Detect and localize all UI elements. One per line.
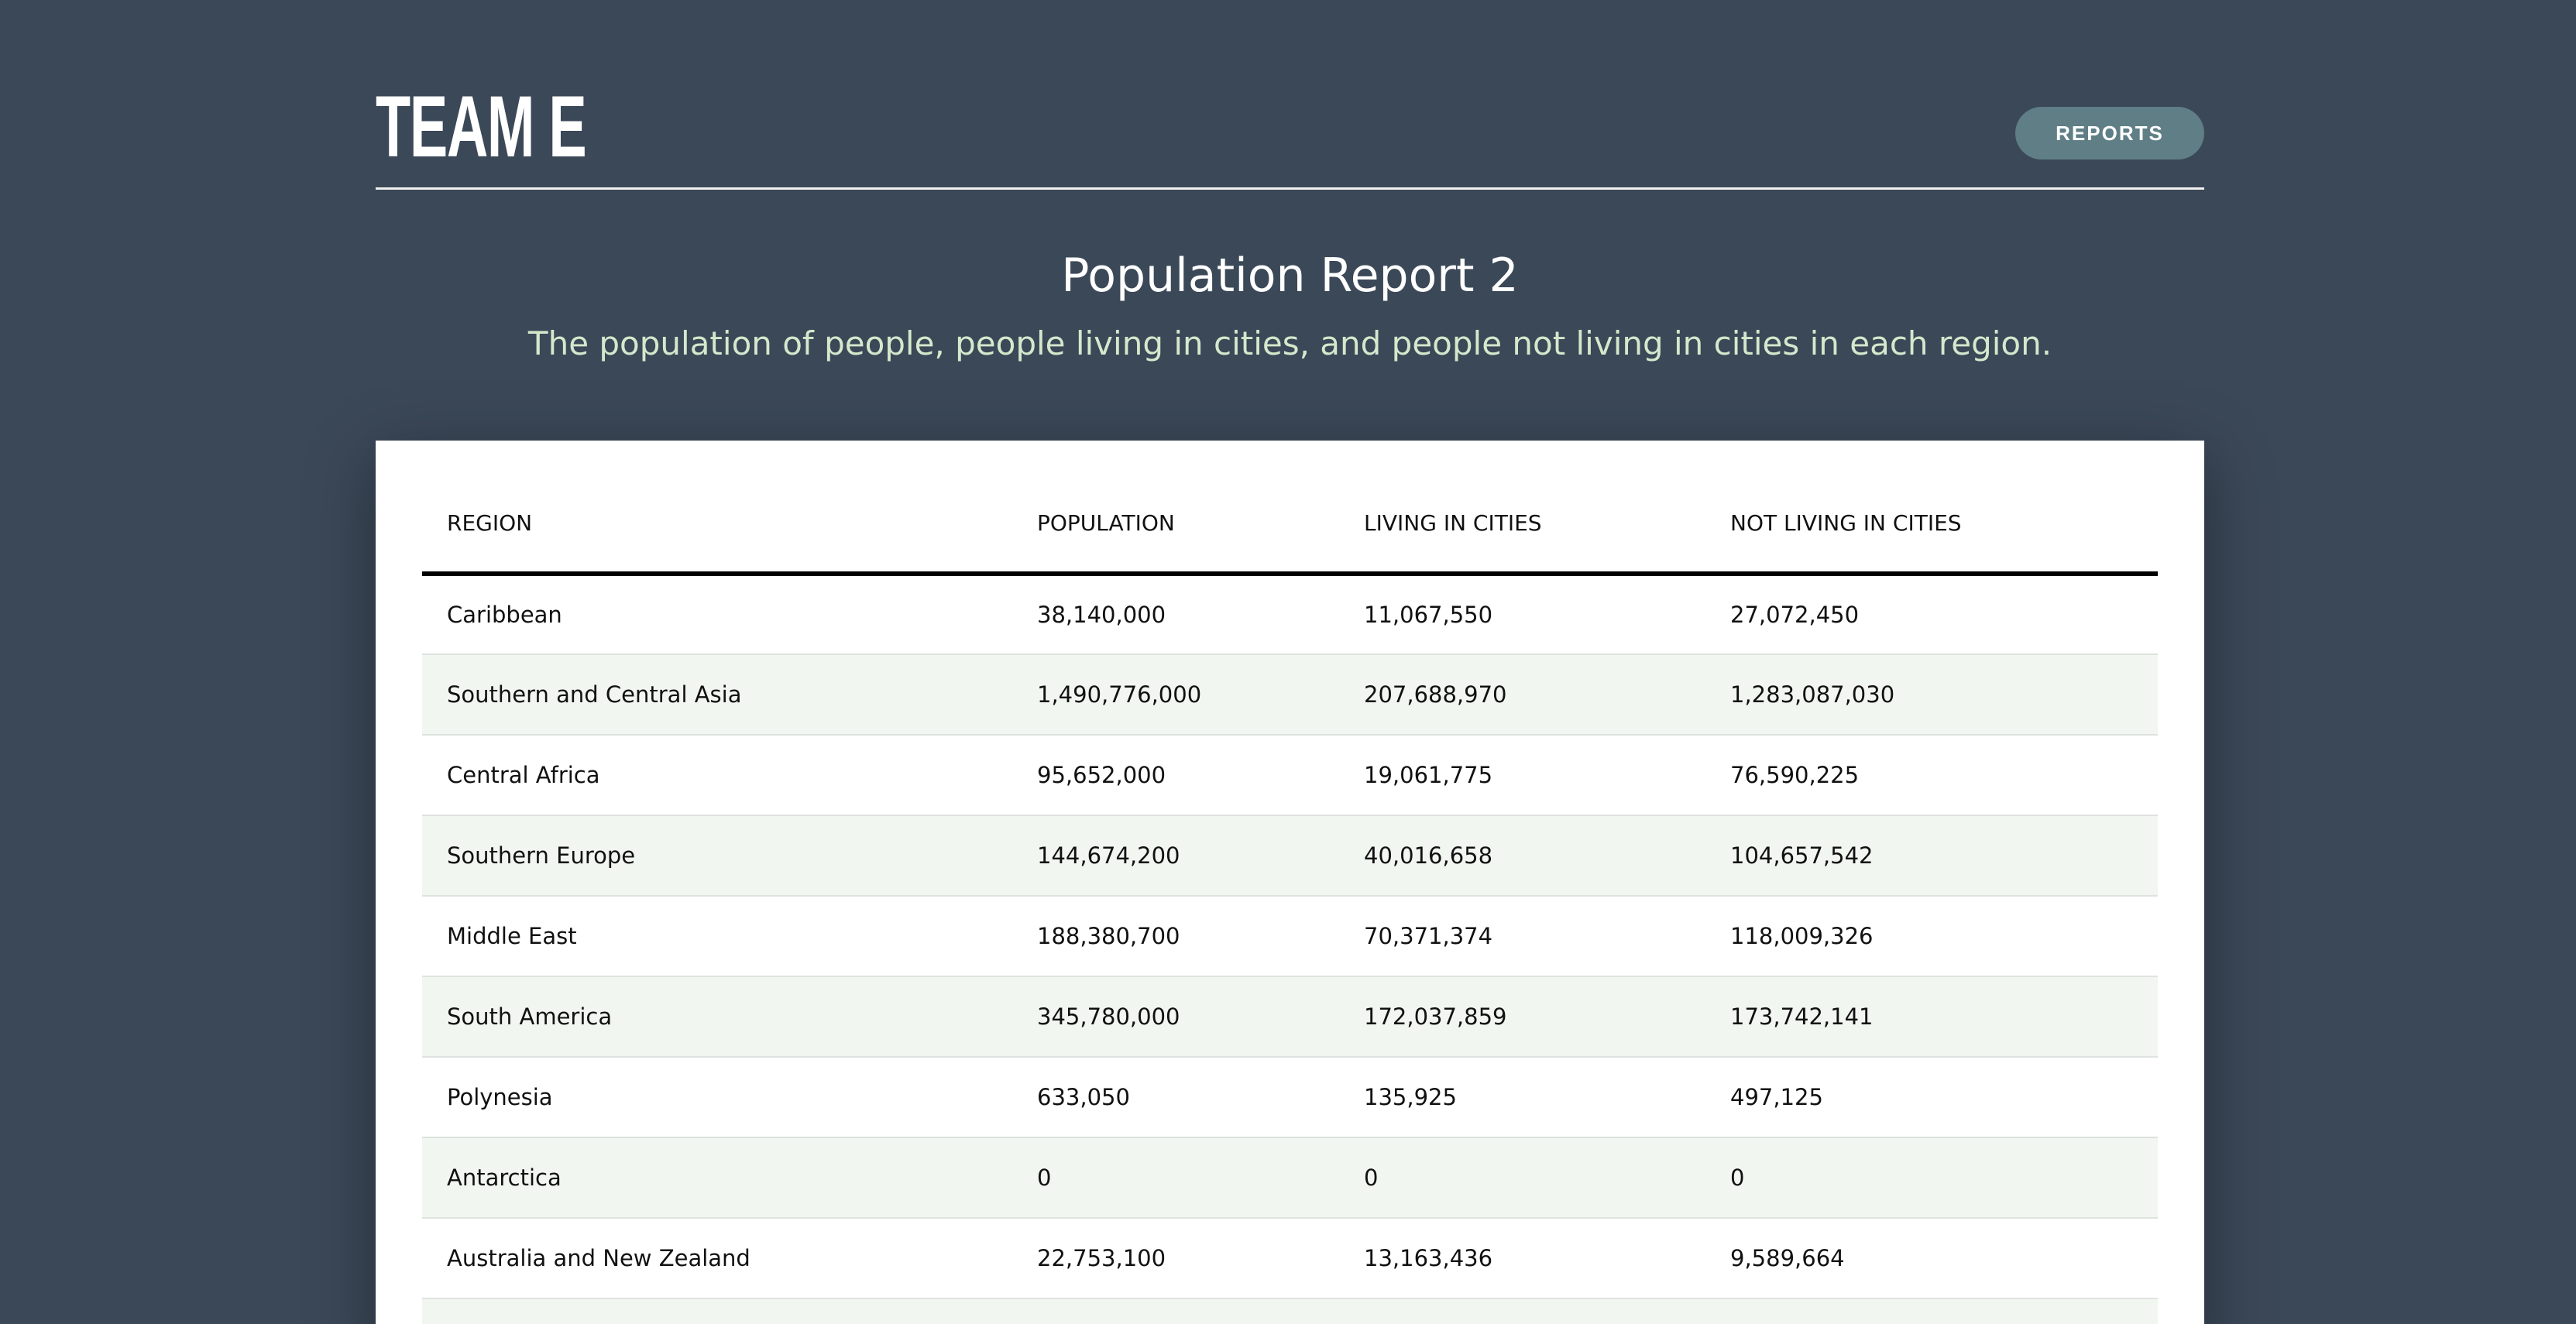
cell-living-in-cities: 135,925 [1339,1057,1705,1138]
column-header-population: POPULATION [1012,441,1339,576]
report-heading: Population Report 2 The population of pe… [376,245,2204,367]
table-row: Southern and Central Asia 1,490,776,000 … [422,654,2158,736]
table-row: South America 345,780,000 172,037,859 17… [422,976,2158,1058]
page-title: Population Report 2 [1061,249,1519,303]
cell-region: Southern Europe [422,815,1012,897]
population-table: REGION POPULATION LIVING IN CITIES NOT L… [422,441,2158,1324]
cell-not-living-in-cities: 1,283,087,030 [1705,654,2158,736]
table-wrapper: REGION POPULATION LIVING IN CITIES NOT L… [422,441,2158,1324]
cell-living-in-cities: 172,037,859 [1339,976,1705,1058]
page-subtitle: The population of people, people living … [527,324,2052,362]
table-row: Caribbean 38,140,000 11,067,550 27,072,4… [422,574,2158,655]
cell-not-living-in-cities: 27,072,450 [1705,574,2158,655]
cell-population: 22,753,100 [1012,1218,1339,1299]
brand-logo-text[interactable]: TEAM E [376,84,587,170]
cell-population: 38,140,000 [1012,574,1339,655]
cell-not-living-in-cities: 118,009,326 [1705,896,2158,977]
report-card: REGION POPULATION LIVING IN CITIES NOT L… [376,441,2204,1324]
cell-population: 144,674,200 [1012,815,1339,897]
cell-population: 633,050 [1012,1057,1339,1138]
cell-region: Polynesia [422,1057,1012,1138]
cell-region: Central Africa [422,735,1012,816]
cell-living-in-cities: 19,061,775 [1339,735,1705,816]
cell-region: Antarctica [422,1137,1012,1219]
column-header-region: REGION [422,441,1012,576]
page: TEAM E REPORTS Population Report 2 The p… [0,0,2576,1324]
cell-not-living-in-cities [1705,1298,2158,1324]
cell-region: Australia and New Zealand [422,1218,1012,1299]
cell-region: Caribbean [422,574,1012,655]
column-header-living-in-cities: LIVING IN CITIES [1339,441,1705,576]
cell-population: 95,652,000 [1012,735,1339,816]
table-row: Central Africa 95,652,000 19,061,775 76,… [422,735,2158,816]
table-header-row: REGION POPULATION LIVING IN CITIES NOT L… [422,441,2158,576]
cell-living-in-cities: 207,688,970 [1339,654,1705,736]
table-row: Antarctica 0 0 0 [422,1137,2158,1219]
cell-living-in-cities: 40,016,658 [1339,815,1705,897]
cell-not-living-in-cities: 497,125 [1705,1057,2158,1138]
cell-population [1012,1298,1339,1324]
cell-not-living-in-cities: 0 [1705,1137,2158,1219]
table-row: Southern Europe 144,674,200 40,016,658 1… [422,815,2158,897]
table-row: Polynesia 633,050 135,925 497,125 [422,1057,2158,1138]
cell-population: 188,380,700 [1012,896,1339,977]
cell-population: 0 [1012,1137,1339,1219]
cell-population: 345,780,000 [1012,976,1339,1058]
table-row: Australia and New Zealand 22,753,100 13,… [422,1218,2158,1299]
reports-button[interactable]: REPORTS [2015,107,2204,159]
table-row [422,1298,2158,1324]
cell-living-in-cities [1339,1298,1705,1324]
cell-not-living-in-cities: 9,589,664 [1705,1218,2158,1299]
cell-living-in-cities: 11,067,550 [1339,574,1705,655]
cell-population: 1,490,776,000 [1012,654,1339,736]
cell-not-living-in-cities: 173,742,141 [1705,976,2158,1058]
cell-region: South America [422,976,1012,1058]
cell-region [422,1298,1012,1324]
content-container: TEAM E REPORTS Population Report 2 The p… [376,0,2204,1324]
site-header: TEAM E REPORTS [376,0,2204,190]
column-header-not-living-in-cities: NOT LIVING IN CITIES [1705,441,2158,576]
cell-not-living-in-cities: 104,657,542 [1705,815,2158,897]
cell-region: Southern and Central Asia [422,654,1012,736]
cell-living-in-cities: 13,163,436 [1339,1218,1705,1299]
cell-not-living-in-cities: 76,590,225 [1705,735,2158,816]
cell-living-in-cities: 0 [1339,1137,1705,1219]
cell-region: Middle East [422,896,1012,977]
table-row: Middle East 188,380,700 70,371,374 118,0… [422,896,2158,977]
cell-living-in-cities: 70,371,374 [1339,896,1705,977]
